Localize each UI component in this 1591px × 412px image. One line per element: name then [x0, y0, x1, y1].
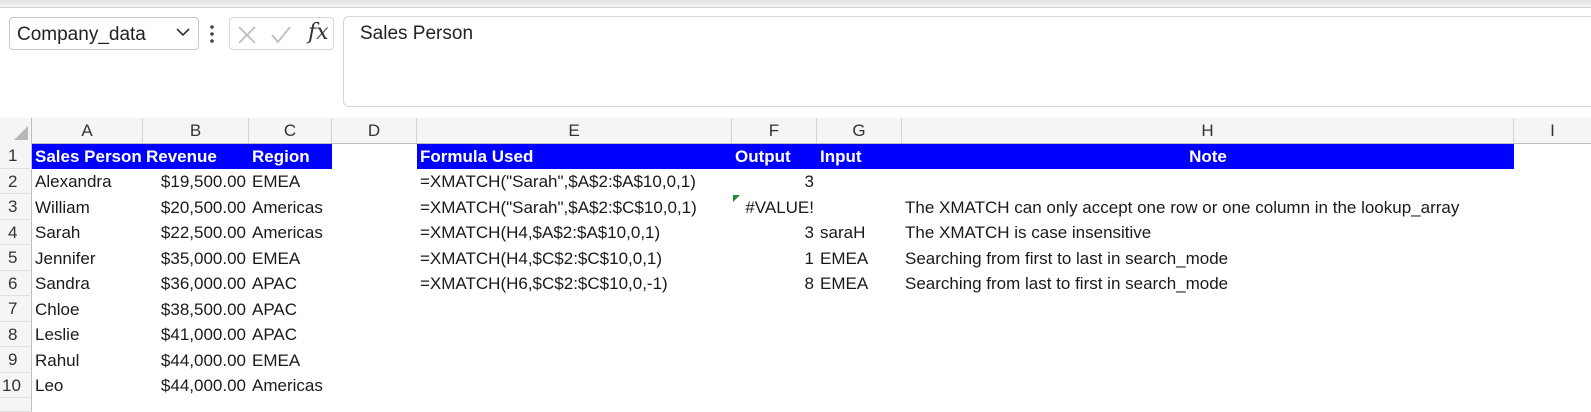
cell-b6[interactable]: $36,000.00	[143, 271, 249, 296]
column-header-h[interactable]: H	[902, 118, 1514, 143]
cell-b4[interactable]: $22,500.00	[143, 220, 249, 245]
cell-f6[interactable]: 8	[732, 271, 817, 296]
cell-h5[interactable]: Searching from first to last in search_m…	[902, 246, 1514, 271]
cell-g5[interactable]: EMEA	[817, 246, 902, 271]
header-input[interactable]: Input	[817, 144, 902, 169]
cell-e6[interactable]: =XMATCH(H6,$C$2:$C$10,0,-1)	[417, 271, 732, 296]
column-header-b[interactable]: B	[143, 118, 249, 143]
cell-a7[interactable]: Chloe	[32, 297, 143, 322]
name-box[interactable]: Company_data	[9, 17, 199, 50]
cell-f2[interactable]: 3	[732, 169, 817, 194]
formula-bar[interactable]: Sales Person	[343, 16, 1591, 107]
cell-f4[interactable]: 3	[732, 220, 817, 245]
cell-a4[interactable]: Sarah	[32, 220, 143, 245]
row-header-3[interactable]: 3	[0, 194, 32, 220]
cell-b3[interactable]: $20,500.00	[143, 195, 249, 220]
column-header-d[interactable]: D	[332, 118, 417, 143]
cell-e5[interactable]: =XMATCH(H4,$C$2:$C$10,0,1)	[417, 246, 732, 271]
row-header-7[interactable]: 7	[0, 296, 32, 322]
cell-b7[interactable]: $38,500.00	[143, 297, 249, 322]
select-all-triangle-icon	[14, 126, 28, 140]
cancel-icon[interactable]	[236, 24, 258, 46]
column-header-c[interactable]: C	[249, 118, 332, 143]
name-box-value: Company_data	[17, 24, 146, 45]
header-revenue[interactable]: Revenue	[143, 144, 249, 169]
header-note[interactable]: Note	[902, 144, 1514, 169]
cell-c8[interactable]: APAC	[249, 322, 332, 347]
cell-a8[interactable]: Leslie	[32, 322, 143, 347]
cell-c5[interactable]: EMEA	[249, 246, 332, 271]
row-header-11[interactable]	[0, 398, 32, 412]
cell-a3[interactable]: William	[32, 195, 143, 220]
formula-bar-content: Sales Person	[360, 23, 474, 44]
cell-c10[interactable]: Americas	[249, 373, 332, 398]
cell-b9[interactable]: $44,000.00	[143, 348, 249, 373]
row-header-8[interactable]: 8	[0, 321, 32, 347]
cell-g4[interactable]: saraH	[817, 220, 902, 245]
header-formula-used[interactable]: Formula Used	[417, 144, 732, 169]
cell-b8[interactable]: $41,000.00	[143, 322, 249, 347]
cell-a10[interactable]: Leo	[32, 373, 143, 398]
column-header-i[interactable]: I	[1514, 118, 1591, 143]
column-header-a[interactable]: A	[32, 118, 143, 143]
cell-h6[interactable]: Searching from last to first in search_m…	[902, 271, 1514, 296]
column-header-f[interactable]: F	[732, 118, 817, 143]
cell-b2[interactable]: $19,500.00	[143, 169, 249, 194]
cell-a9[interactable]: Rahul	[32, 348, 143, 373]
cell-a2[interactable]: Alexandra	[32, 169, 143, 194]
cell-c2[interactable]: EMEA	[249, 169, 332, 194]
ribbon-edge	[0, 0, 1591, 8]
row-header-10[interactable]: 10	[0, 372, 32, 398]
worksheet-grid: A B C D E F G H I 1 2 3 4 5 6 7 8 9 10 S…	[0, 118, 1591, 412]
column-header-e[interactable]: E	[417, 118, 732, 143]
cell-b5[interactable]: $35,000.00	[143, 246, 249, 271]
ribbon-edge-shadow	[0, 0, 1591, 4]
cell-c9[interactable]: EMEA	[249, 348, 332, 373]
cell-c3[interactable]: Americas	[249, 195, 332, 220]
cell-c6[interactable]: APAC	[249, 271, 332, 296]
cell-f3[interactable]: #VALUE!	[732, 195, 817, 220]
cell-a6[interactable]: Sandra	[32, 271, 143, 296]
row-header-6[interactable]: 6	[0, 270, 32, 296]
row-header-4[interactable]: 4	[0, 219, 32, 245]
cell-e2[interactable]: =XMATCH("Sarah",$A$2:$A$10,0,1)	[417, 169, 732, 194]
header-sales-person[interactable]: Sales Person	[32, 144, 143, 169]
row-header-5[interactable]: 5	[0, 245, 32, 271]
insert-function-icon[interactable]: fx	[308, 20, 329, 45]
row-header-9[interactable]: 9	[0, 347, 32, 373]
cell-c4[interactable]: Americas	[249, 220, 332, 245]
cell-e3[interactable]: =XMATCH("Sarah",$A$2:$C$10,0,1)	[417, 195, 732, 220]
more-options-icon[interactable]	[207, 23, 217, 45]
cell-g6[interactable]: EMEA	[817, 271, 902, 296]
column-header-g[interactable]: G	[817, 118, 902, 143]
formula-buttons: fx	[229, 17, 334, 50]
cell-h3[interactable]: The XMATCH can only accept one row or on…	[902, 195, 1514, 220]
cell-c7[interactable]: APAC	[249, 297, 332, 322]
row-header-1[interactable]: 1	[0, 143, 32, 169]
cell-f5[interactable]: 1	[732, 246, 817, 271]
cell-b10[interactable]: $44,000.00	[143, 373, 249, 398]
header-output[interactable]: Output	[732, 144, 817, 169]
cell-a5[interactable]: Jennifer	[32, 246, 143, 271]
chevron-down-icon[interactable]	[174, 23, 192, 41]
cell-h4[interactable]: The XMATCH is case insensitive	[902, 220, 1514, 245]
select-all-button[interactable]	[0, 118, 32, 143]
enter-check-icon[interactable]	[270, 24, 292, 46]
row-header-2[interactable]: 2	[0, 168, 32, 194]
header-region[interactable]: Region	[249, 144, 332, 169]
cell-e4[interactable]: =XMATCH(H4,$A$2:$A$10,0,1)	[417, 220, 732, 245]
